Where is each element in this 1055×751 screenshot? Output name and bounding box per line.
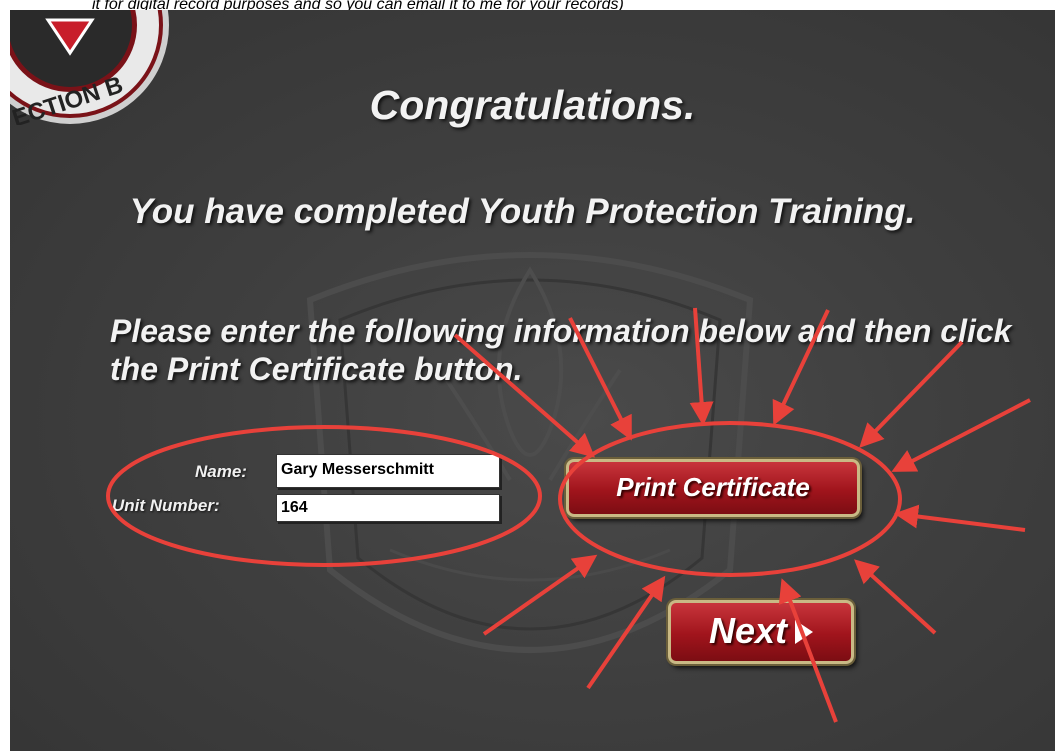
name-label: Name: (195, 462, 247, 481)
completion-heading: You have completed Youth Protection Trai… (129, 192, 916, 231)
congratulations-heading: Congratulations. (369, 82, 696, 128)
next-label: Next (708, 610, 788, 651)
play-arrow-icon (795, 620, 814, 644)
name-field[interactable]: Gary Messerschmitt (276, 454, 500, 488)
print-certificate-button[interactable]: Print Certificate (566, 459, 860, 517)
next-button[interactable]: Next (668, 600, 854, 664)
unit-number-field[interactable]: 164 (276, 494, 500, 522)
print-certificate-label: Print Certificate (616, 472, 810, 502)
training-completion-screen: ECTION B Congratulations. You have compl… (10, 10, 1055, 751)
instructions-text: Please enter the following information b… (110, 313, 1012, 387)
unit-number-label: Unit Number: (112, 496, 220, 515)
